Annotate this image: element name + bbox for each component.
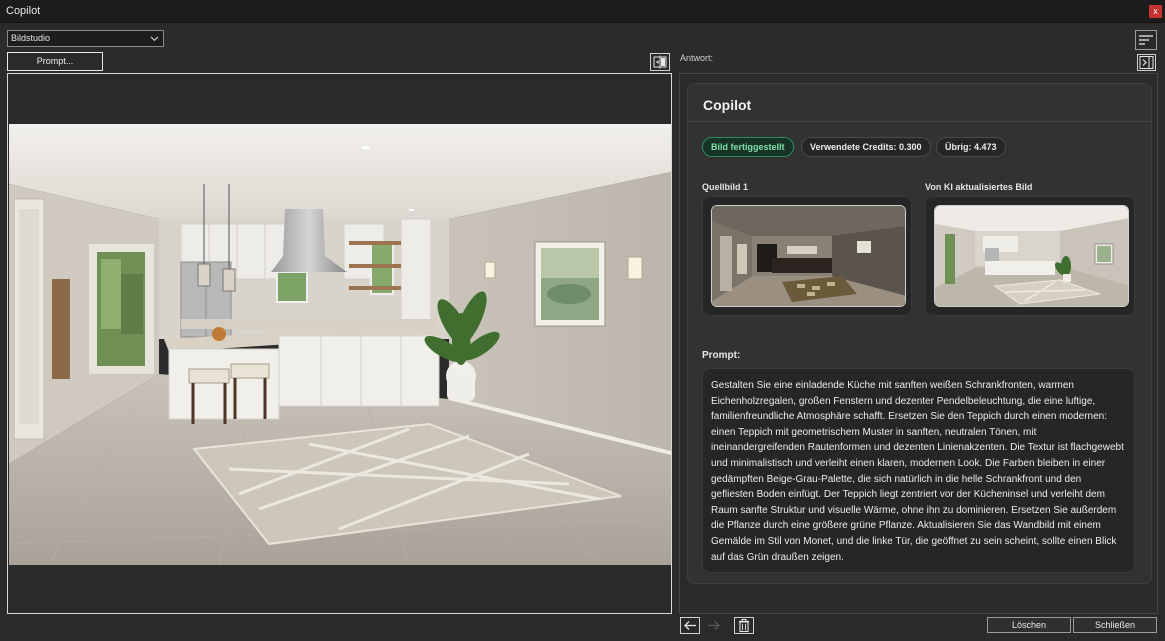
chevron-down-icon	[150, 36, 159, 42]
divider	[688, 121, 1151, 122]
compare-button[interactable]	[650, 53, 670, 71]
updated-image-box	[925, 196, 1135, 316]
arrow-right-icon	[708, 621, 720, 630]
back-button[interactable]	[680, 617, 700, 634]
close-button[interactable]: Schließen	[1073, 617, 1157, 633]
prompt-text: Gestalten Sie eine einladende Küche mit …	[711, 380, 1124, 563]
trash-icon	[739, 619, 749, 633]
mode-select-value: Bildstudio	[11, 33, 51, 43]
credits-remaining-badge: Übrig: 4.473	[936, 137, 1006, 157]
generated-kitchen-image[interactable]	[9, 124, 671, 565]
credits-used-badge: Verwendete Credits: 0.300	[801, 137, 931, 157]
updated-image-label: Von KI aktualisiertes Bild	[925, 182, 1033, 192]
updated-image-thumbnail[interactable]	[934, 205, 1129, 307]
card-title: Copilot	[703, 97, 752, 113]
prompt-text-box: Gestalten Sie eine einladende Küche mit …	[702, 368, 1135, 573]
collapse-panel-button[interactable]	[1137, 54, 1156, 71]
prompt-label: Prompt:	[702, 350, 741, 361]
close-icon: x	[1153, 6, 1158, 16]
copilot-result-card: Copilot Bild fertiggestellt Verwendete C…	[687, 83, 1152, 584]
delete-item-button[interactable]	[734, 617, 754, 634]
mode-select[interactable]: Bildstudio	[7, 30, 164, 47]
source-image-label: Quellbild 1	[702, 182, 749, 192]
window-title: Copilot	[6, 5, 41, 17]
close-window-button[interactable]: x	[1149, 5, 1162, 18]
filter-menu-button[interactable]	[1135, 30, 1157, 50]
answer-label: Antwort:	[680, 53, 714, 63]
prompt-button[interactable]: Prompt...	[7, 52, 103, 71]
source-image-thumbnail[interactable]	[711, 205, 906, 307]
sort-lines-icon	[1139, 35, 1153, 45]
split-compare-icon	[653, 55, 667, 69]
panel-collapse-icon	[1139, 56, 1154, 69]
source-image-box	[702, 196, 912, 316]
delete-button[interactable]: Löschen	[987, 617, 1071, 633]
forward-button[interactable]	[704, 617, 724, 634]
answer-panel: Copilot Bild fertiggestellt Verwendete C…	[679, 73, 1158, 614]
status-badge: Bild fertiggestellt	[702, 137, 794, 157]
arrow-left-icon	[684, 621, 696, 630]
title-bar: Copilot x	[0, 0, 1165, 23]
main-image-panel	[7, 73, 672, 614]
